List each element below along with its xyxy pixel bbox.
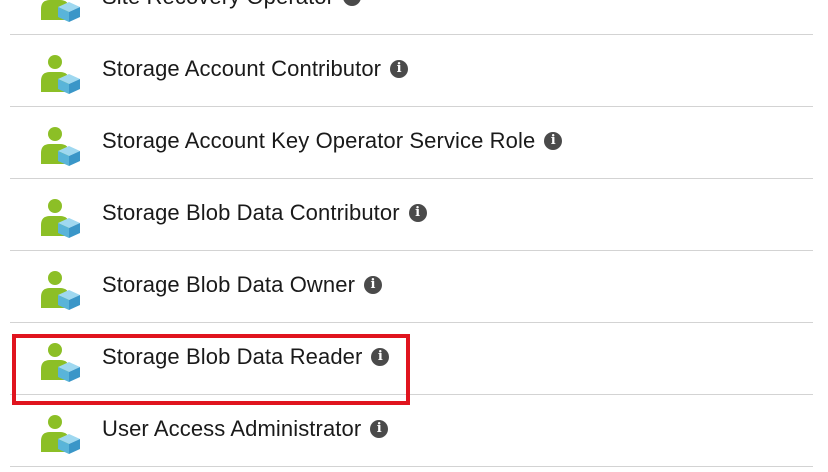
role-row-storage-blob-data-owner[interactable]: Storage Blob Data Owner i (10, 251, 813, 323)
role-label: Storage Blob Data Owner (102, 272, 355, 297)
role-label: Site Recovery Operator (102, 0, 334, 9)
info-icon[interactable]: i (544, 132, 563, 151)
role-label: Storage Blob Data Reader (102, 344, 363, 369)
user-role-icon (39, 0, 81, 22)
info-icon[interactable]: i (390, 60, 409, 79)
user-role-icon (39, 198, 81, 238)
user-role-icon (39, 270, 81, 310)
role-label: Storage Account Contributor (102, 56, 382, 81)
user-role-icon (39, 126, 81, 166)
role-label: Storage Blob Data Contributor (102, 200, 400, 225)
role-label: User Access Administrator (102, 416, 362, 441)
user-role-icon (39, 414, 81, 454)
info-icon[interactable]: i (371, 348, 390, 367)
role-row-user-access-administrator[interactable]: User Access Administrator i (10, 395, 813, 467)
info-icon[interactable]: i (343, 0, 362, 7)
user-role-icon (39, 342, 81, 382)
role-label: Storage Account Key Operator Service Rol… (102, 128, 536, 153)
role-row-storage-blob-data-contributor[interactable]: Storage Blob Data Contributor i (10, 179, 813, 251)
role-row-storage-blob-data-reader[interactable]: Storage Blob Data Reader i (10, 323, 813, 395)
info-icon[interactable]: i (364, 276, 382, 295)
role-row-storage-account-key-operator-service-role[interactable]: Storage Account Key Operator Service Rol… (10, 107, 813, 179)
info-icon[interactable]: i (370, 420, 389, 439)
user-role-icon (39, 54, 81, 94)
role-list: Site Recovery Operator i Storage Account … (0, 0, 828, 467)
role-list-viewport: Site Recovery Operator i Storage Account … (0, 0, 828, 472)
role-row-storage-account-contributor[interactable]: Storage Account Contributor i (10, 35, 813, 107)
info-icon[interactable]: i (408, 204, 427, 223)
role-row-site-recovery-operator[interactable]: Site Recovery Operator i (10, 0, 813, 35)
